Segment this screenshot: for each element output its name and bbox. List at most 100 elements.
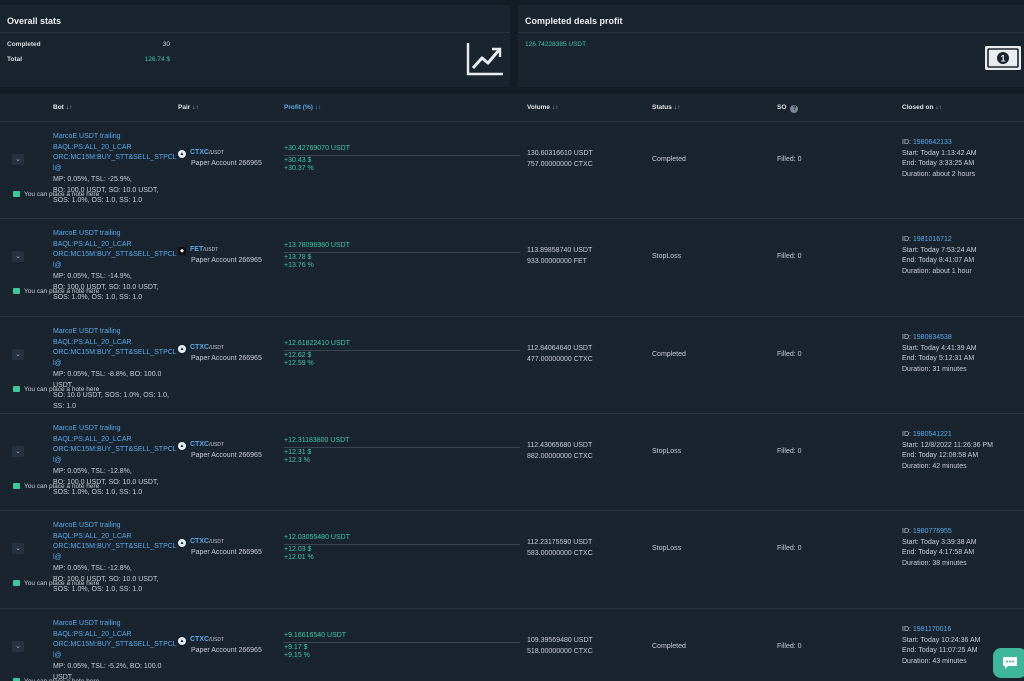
pair-cell: ◆ FET/USDT Paper Account 266965: [178, 245, 278, 266]
column-header-volume[interactable]: Volume ↓↑: [527, 104, 559, 111]
chevron-down-icon[interactable]: ⌄: [12, 154, 24, 165]
profit-percent: +9.15 %: [284, 652, 310, 660]
deal-start: Start: Today 3:39:38 AM: [902, 538, 977, 546]
bot-name-link[interactable]: MarcoE USDT trailing: [53, 132, 178, 143]
deal-id-label: ID:: [902, 626, 913, 633]
pair-base-link[interactable]: CTXC: [190, 344, 209, 351]
pair-base-link[interactable]: FET: [190, 246, 203, 253]
deal-id-link[interactable]: 1980541221: [913, 431, 952, 438]
status-cell: StopLoss: [652, 253, 682, 260]
bot-strategy-line[interactable]: ORC:MC15M:BUY_STT&SELL_STPCL l@: [53, 542, 178, 563]
note-icon: [13, 191, 20, 197]
bot-strategy-line[interactable]: BAQL:PS:ALL_20_LCAR: [53, 143, 178, 154]
table-row: ⌄ MarcoE USDT trailing BAQL:PS:ALL_20_LC…: [0, 608, 1024, 681]
deal-end: End: Today 4:17:58 AM: [902, 549, 975, 557]
sort-icon[interactable]: ↓↑: [192, 104, 199, 111]
completed-value: 30: [162, 41, 170, 48]
sort-icon[interactable]: ↓↑: [552, 104, 559, 111]
so-cell: Filled: 0: [777, 156, 802, 163]
column-header-profit[interactable]: Profit (%) ↓↑: [284, 104, 321, 111]
deal-start: Start: Today 7:53:24 AM: [902, 246, 977, 254]
deal-id-label: ID:: [902, 236, 913, 243]
pair-quote: /USDT: [209, 539, 225, 545]
ctxc-icon: ▲: [178, 637, 186, 645]
column-header-so: SO?: [777, 104, 799, 113]
chevron-down-icon[interactable]: ⌄: [12, 446, 24, 457]
bot-strategy-line[interactable]: ORC:MC15M:BUY_STT&SELL_STPCL l@: [53, 348, 178, 369]
deal-id-link[interactable]: 1980834538: [913, 334, 952, 341]
pair-quote: /USDT: [209, 345, 225, 351]
note-link[interactable]: You can place a note here: [13, 483, 99, 490]
pair-base-link[interactable]: CTXC: [190, 538, 209, 545]
bot-cell: MarcoE USDT trailing BAQL:PS:ALL_20_LCAR…: [53, 327, 178, 413]
bot-strategy-line[interactable]: BAQL:PS:ALL_20_LCAR: [53, 240, 178, 251]
column-header-pair[interactable]: Pair ↓↑: [178, 104, 199, 111]
sort-icon[interactable]: ↓↑: [674, 104, 681, 111]
note-icon: [13, 483, 20, 489]
deal-duration: Duration: 38 minutes: [902, 560, 967, 568]
sort-icon[interactable]: ↓↑: [66, 104, 73, 111]
profit-percent: +12.01 %: [284, 554, 314, 562]
sort-icon[interactable]: ↓↑: [315, 104, 322, 111]
total-label: Total: [7, 56, 23, 63]
bot-strategy-line[interactable]: BAQL:PS:ALL_20_LCAR: [53, 532, 178, 543]
pair-quote: /USDT: [209, 637, 225, 643]
note-link[interactable]: You can place a note here: [13, 191, 99, 198]
status-cell: StopLoss: [652, 448, 682, 455]
volume-quote: 113.89858740 USDT: [527, 247, 593, 254]
deal-end: End: Today 8:41:07 AM: [902, 257, 975, 265]
profit-usdt: +12.61822410 USDT: [284, 340, 350, 347]
pair-base-link[interactable]: CTXC: [190, 149, 209, 156]
deal-id-link[interactable]: 1981170016: [913, 626, 951, 633]
bot-name-link[interactable]: MarcoE USDT trailing: [53, 229, 178, 240]
sort-icon[interactable]: ↓↑: [935, 104, 942, 111]
bot-name-link[interactable]: MarcoE USDT trailing: [53, 327, 178, 338]
bot-name-link[interactable]: MarcoE USDT trailing: [53, 424, 178, 435]
profit-percent: +12.59 %: [284, 360, 314, 368]
chevron-down-icon[interactable]: ⌄: [12, 349, 24, 360]
chevron-down-icon[interactable]: ⌄: [12, 641, 24, 652]
account-name: Paper Account 266965: [191, 646, 262, 654]
bot-strategy-line[interactable]: ORC:MC15M:BUY_STT&SELL_STPCL l@: [53, 153, 178, 174]
chevron-down-icon[interactable]: ⌄: [12, 251, 24, 262]
volume-base: 583.00000000 CTXC: [527, 549, 593, 557]
so-cell: Filled: 0: [777, 448, 802, 455]
deals-profit-value: 126.74228385 USDT: [525, 41, 587, 48]
panel-divider: [0, 32, 510, 33]
bot-name-link[interactable]: MarcoE USDT trailing: [53, 619, 178, 630]
question-icon[interactable]: ?: [790, 105, 799, 113]
status-cell: StopLoss: [652, 545, 682, 552]
profit-cell: +12.61822410 USDT +12.62 $ +12.59 %: [284, 339, 524, 370]
deal-start: Start: 12/8/2022 11:26:36 PM: [902, 441, 993, 449]
closed-cell: ID: 1981016712 Start: Today 7:53:24 AM E…: [902, 235, 1022, 278]
bot-strategy-line[interactable]: BAQL:PS:ALL_20_LCAR: [53, 435, 178, 446]
pair-cell: ▲ CTXC/USDT Paper Account 266965: [178, 537, 278, 558]
profit-cell: +12.03055480 USDT +12.03 $ +12.01 %: [284, 533, 524, 564]
column-header-bot[interactable]: Bot ↓↑: [53, 104, 72, 111]
bot-strategy-line[interactable]: BAQL:PS:ALL_20_LCAR: [53, 630, 178, 641]
bot-strategy-line[interactable]: BAQL:PS:ALL_20_LCAR: [53, 338, 178, 349]
column-header-closed[interactable]: Closed on ↓↑: [902, 104, 942, 111]
deal-id-link[interactable]: 1981016712: [913, 236, 952, 243]
pair-base-link[interactable]: CTXC: [190, 636, 209, 643]
pair-base-link[interactable]: CTXC: [190, 441, 209, 448]
deal-id-link[interactable]: 1980776955: [913, 528, 952, 535]
volume-cell: 112.23175590 USDT 583.00000000 CTXC: [527, 538, 647, 559]
column-header-status[interactable]: Status ↓↑: [652, 104, 680, 111]
table-row: ⌄ MarcoE USDT trailing BAQL:PS:ALL_20_LC…: [0, 316, 1024, 413]
deal-id-link[interactable]: 1980642133: [913, 139, 952, 146]
profit-usdt: +30.42769070 USDT: [284, 145, 350, 152]
chevron-down-icon[interactable]: ⌄: [12, 543, 24, 554]
bot-strategy-line[interactable]: ORC:MC15M:BUY_STT&SELL_STPCL l@: [53, 445, 178, 466]
note-text: You can place a note here: [24, 386, 100, 393]
deal-id-label: ID:: [902, 528, 913, 535]
note-link[interactable]: You can place a note here: [13, 288, 99, 295]
overall-stats-title: Overall stats: [7, 16, 62, 26]
bot-strategy-line[interactable]: ORC:MC15M:BUY_STT&SELL_STPCL l@: [53, 640, 178, 661]
bot-strategy-line[interactable]: ORC:MC15M:BUY_STT&SELL_STPCL l@: [53, 250, 178, 271]
bot-name-link[interactable]: MarcoE USDT trailing: [53, 521, 178, 532]
chat-button[interactable]: [993, 648, 1024, 678]
note-link[interactable]: You can place a note here: [13, 386, 99, 393]
profit-percent: +12.3 %: [284, 457, 310, 465]
note-link[interactable]: You can place a note here: [13, 580, 99, 587]
